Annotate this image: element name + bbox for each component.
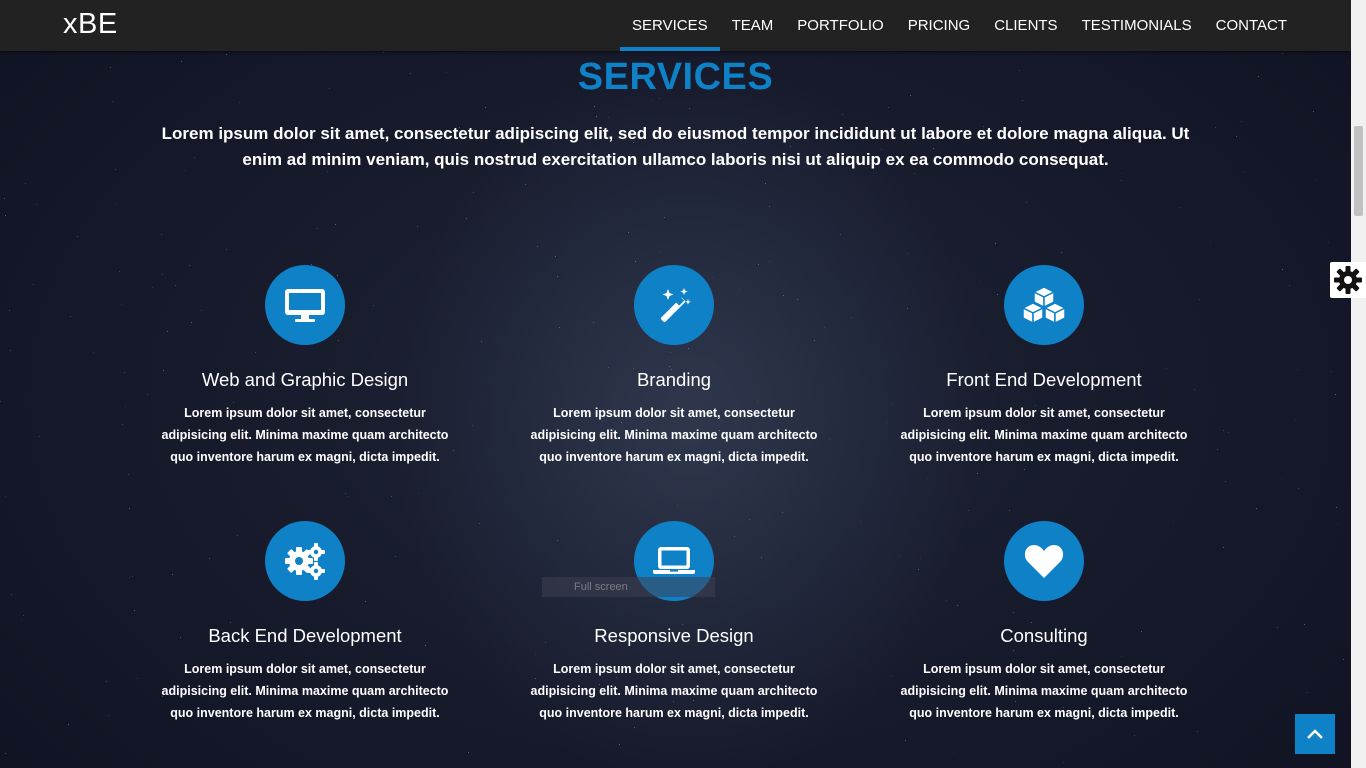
desktop-icon — [285, 289, 325, 322]
gears-icon — [285, 543, 325, 580]
service-title: Branding — [636, 369, 712, 390]
scrollbar-thumb[interactable] — [1354, 126, 1363, 216]
gear-icon — [1334, 266, 1362, 294]
nav-item-pricing[interactable]: PRICING — [896, 0, 983, 51]
navbar: xBE SERVICES TEAM PORTFOLIO PRICING CLIE… — [0, 0, 1351, 51]
service-description: Lorem ipsum dolor sit amet, consectetur … — [161, 662, 449, 720]
service-title: Consulting — [1000, 625, 1088, 646]
nav-item-clients[interactable]: CLIENTS — [982, 0, 1069, 51]
back-to-top-button[interactable] — [1295, 714, 1335, 754]
service-description: Lorem ipsum dolor sit amet, consectetur … — [530, 406, 818, 464]
nav-item-testimonials[interactable]: TESTIMONIALS — [1070, 0, 1204, 51]
service-title: Back End Development — [208, 625, 402, 646]
service-card-front-end: Front End Development Lorem ipsum dolor … — [884, 265, 1204, 468]
service-icon-circle — [1004, 265, 1084, 345]
service-description: Lorem ipsum dolor sit amet, consectetur … — [900, 662, 1188, 720]
service-title: Web and Graphic Design — [201, 369, 409, 390]
chevron-up-icon — [1307, 729, 1323, 739]
fullscreen-overlay[interactable]: Full screen — [542, 577, 715, 597]
service-description: Lorem ipsum dolor sit amet, consectetur … — [900, 406, 1188, 464]
section-lead: Lorem ipsum dolor sit amet, consectetur … — [161, 124, 1190, 169]
service-icon-circle — [1004, 521, 1084, 601]
nav-item-services[interactable]: SERVICES — [620, 0, 720, 51]
heart-icon — [1024, 545, 1064, 578]
laptop-icon — [653, 547, 695, 574]
service-description: Lorem ipsum dolor sit amet, consectetur … — [161, 406, 449, 464]
nav-item-team[interactable]: TEAM — [720, 0, 786, 51]
service-description: Lorem ipsum dolor sit amet, consectetur … — [530, 662, 818, 720]
service-card-branding: Branding Lorem ipsum dolor sit amet, con… — [514, 265, 834, 468]
service-card-consulting: Consulting Lorem ipsum dolor sit amet, c… — [884, 521, 1204, 724]
settings-toggle[interactable] — [1330, 262, 1366, 298]
service-icon-circle — [634, 265, 714, 345]
magic-wand-icon — [660, 288, 691, 323]
service-title: Responsive Design — [594, 625, 754, 646]
service-card-responsive: Responsive Design Lorem ipsum dolor sit … — [514, 521, 834, 724]
cubes-icon — [1022, 286, 1066, 324]
page-scrollbar[interactable] — [1351, 0, 1366, 768]
service-title: Front End Development — [946, 369, 1142, 390]
section-title: SERVICES — [577, 56, 774, 98]
service-icon-circle — [265, 521, 345, 601]
service-icon-circle — [265, 265, 345, 345]
service-card-back-end: Back End Development Lorem ipsum dolor s… — [145, 521, 465, 724]
main-nav: SERVICES TEAM PORTFOLIO PRICING CLIENTS … — [620, 0, 1299, 51]
nav-item-portfolio[interactable]: PORTFOLIO — [785, 0, 895, 51]
nav-item-contact[interactable]: CONTACT — [1204, 0, 1299, 51]
brand-logo[interactable]: xBE — [63, 8, 118, 41]
service-card-web-design: Web and Graphic Design Lorem ipsum dolor… — [145, 265, 465, 468]
